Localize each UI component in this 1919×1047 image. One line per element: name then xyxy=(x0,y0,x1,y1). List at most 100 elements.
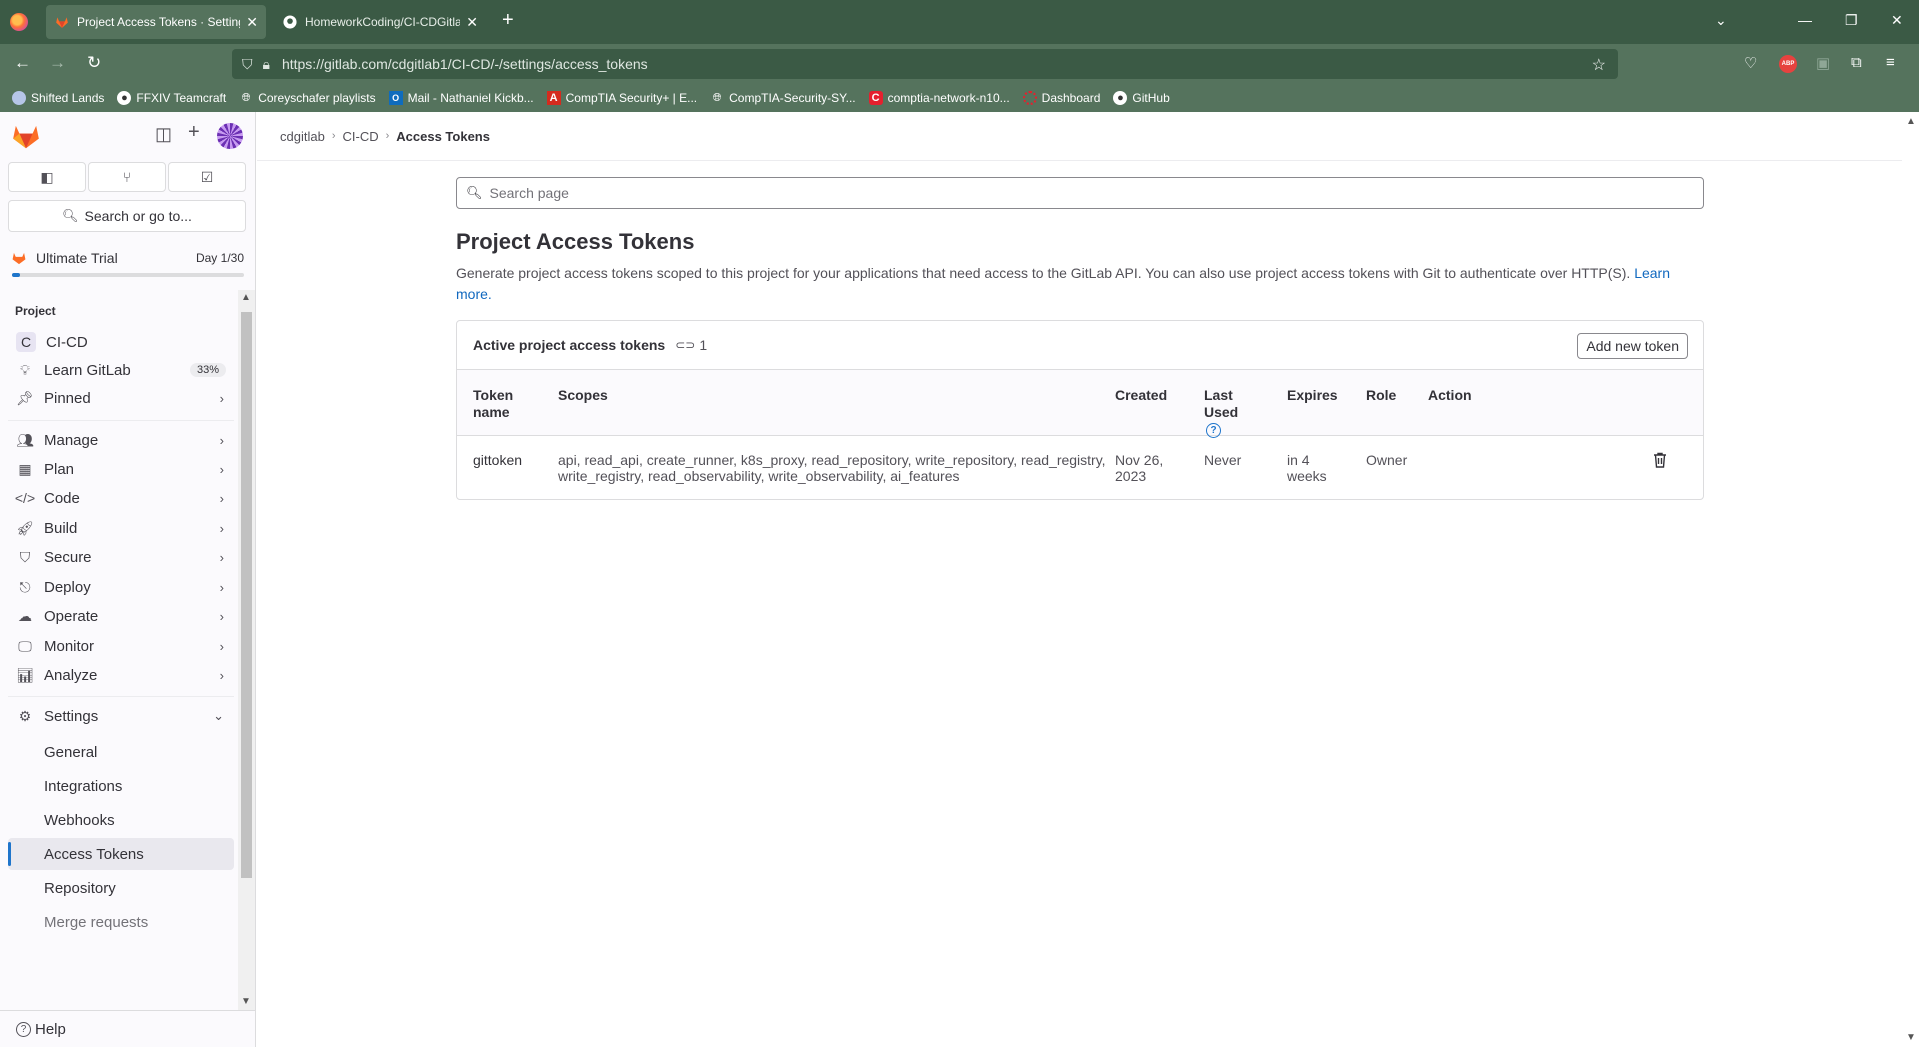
sidebar-item-plan[interactable]: ▦ Plan › xyxy=(8,453,234,485)
bookmark-item[interactable]: Dashboard xyxy=(1022,91,1100,105)
search-label: Search or go to... xyxy=(84,208,192,224)
avatar[interactable] xyxy=(217,123,243,149)
new-tab-icon[interactable]: + xyxy=(502,10,514,30)
url-bar[interactable]: ⛉ 🔒︎ https://gitlab.com/cdgitlab1/CI-CD/… xyxy=(232,49,1618,79)
minimize-icon[interactable]: — xyxy=(1798,12,1812,28)
page-scrollbar[interactable]: ▲ ▼ xyxy=(1902,112,1919,1047)
sidebar-subitem-webhooks[interactable]: Webhooks xyxy=(8,804,234,836)
column-header-role[interactable]: Role xyxy=(1366,387,1396,404)
sidebar-scrollbar-thumb[interactable] xyxy=(241,312,252,878)
tab-github[interactable]: HomeworkCoding/CI-CDGitlab ✕ xyxy=(274,5,486,39)
bookmark-star-icon[interactable]: ☆ xyxy=(1592,55,1606,75)
github-favicon-icon xyxy=(282,14,298,30)
forward-icon[interactable]: → xyxy=(49,53,66,73)
firefox-icon[interactable] xyxy=(10,13,28,31)
extensions-puzzle-icon[interactable]: ⧉ xyxy=(1851,54,1862,71)
column-header-token-name[interactable]: Token name xyxy=(473,387,533,421)
reload-icon[interactable]: ↻ xyxy=(87,53,101,73)
dashboard-icon xyxy=(1022,91,1037,105)
sidebar-item-build[interactable]: 🚀︎ Build › xyxy=(8,512,234,544)
pocket-icon[interactable]: ♡ xyxy=(1744,54,1757,72)
scroll-down-icon[interactable]: ▼ xyxy=(1906,1032,1916,1043)
menu-icon[interactable]: ≡ xyxy=(1886,54,1895,71)
scroll-up-icon[interactable]: ▲ xyxy=(1906,116,1916,127)
bookmark-item[interactable]: O Mail - Nathaniel Kickb... xyxy=(388,91,534,105)
collapse-sidebar-icon[interactable]: ◫ xyxy=(155,124,172,145)
sidebar-item-secure[interactable]: ⛉ Secure › xyxy=(8,541,234,573)
issues-button[interactable]: ◧ xyxy=(8,162,86,192)
column-header-action: Action xyxy=(1428,387,1472,403)
sidebar-subitem-merge-requests[interactable]: Merge requests xyxy=(8,906,234,938)
close-tab-icon[interactable]: ✕ xyxy=(246,14,258,31)
sidebar-item-manage[interactable]: 👥︎ Manage › xyxy=(8,424,234,456)
column-header-scopes[interactable]: Scopes xyxy=(558,387,608,404)
breadcrumb-item[interactable]: CI-CD xyxy=(342,129,378,144)
trial-label: Ultimate Trial xyxy=(36,250,118,266)
sidebar-item-label: Monitor xyxy=(44,637,95,655)
sidebar-subitem-access-tokens[interactable]: Access Tokens xyxy=(8,838,234,870)
sidebar-item-label: CI-CD xyxy=(46,333,88,351)
restore-icon[interactable]: ❐ xyxy=(1845,12,1858,29)
revoke-token-trash-icon[interactable] xyxy=(1653,452,1667,468)
bookmark-item[interactable]: ● GitHub xyxy=(1113,91,1170,105)
merge-requests-button[interactable]: ⑂ xyxy=(88,162,166,192)
sidebar-item-label: Manage xyxy=(44,431,99,449)
sidebar-item-operate[interactable]: ☁︎ Operate › xyxy=(8,600,234,632)
tab-gitlab-access-tokens[interactable]: Project Access Tokens · Settings ✕ xyxy=(46,5,266,39)
help-button[interactable]: ? Help xyxy=(0,1010,255,1047)
url-text[interactable]: https://gitlab.com/cdgitlab1/CI-CD/-/set… xyxy=(282,56,648,72)
question-circle-icon[interactable]: ? xyxy=(1206,422,1221,438)
card-title: Active project access tokens xyxy=(473,337,666,353)
back-icon[interactable]: ← xyxy=(14,53,31,73)
bookmark-item[interactable]: ● FFXIV Teamcraft xyxy=(117,91,226,105)
create-new-icon[interactable]: + xyxy=(188,121,200,144)
breadcrumb-current[interactable]: Access Tokens xyxy=(396,129,490,144)
sidebar-subitem-integrations[interactable]: Integrations xyxy=(8,770,234,802)
sidebar-subitem-repository[interactable]: Repository xyxy=(8,872,234,904)
todo-button[interactable]: ☑ xyxy=(168,162,246,192)
search-icon: 🔍︎ xyxy=(466,185,483,200)
close-tab-icon[interactable]: ✕ xyxy=(466,14,478,31)
pin-icon: 📌︎ xyxy=(16,389,34,406)
list-all-tabs-icon[interactable]: ⌄ xyxy=(1715,12,1727,29)
chart-icon: 📊︎ xyxy=(16,666,34,683)
sidebar-item-settings[interactable]: ⚙︎ Settings ⌄ xyxy=(8,700,234,732)
close-window-icon[interactable]: ✕ xyxy=(1891,12,1903,29)
trial-status[interactable]: Ultimate Trial Day 1/30 xyxy=(12,250,244,277)
token-name-cell: gittoken xyxy=(473,452,523,468)
lock-icon[interactable]: 🔒︎ xyxy=(263,56,270,73)
column-header-created[interactable]: Created xyxy=(1115,387,1167,404)
token-count: ⊂⊃ 1 xyxy=(675,337,707,353)
chevron-right-icon: › xyxy=(219,579,224,595)
column-header-expires[interactable]: Expires xyxy=(1287,387,1338,404)
adblock-icon[interactable]: ABP xyxy=(1779,55,1797,73)
extension-icon[interactable]: ▣ xyxy=(1816,54,1830,72)
breadcrumb-item[interactable]: cdgitlab xyxy=(280,129,325,144)
gitlab-logo-icon[interactable] xyxy=(12,123,40,149)
shield-icon[interactable]: ⛉ xyxy=(242,56,253,73)
add-new-token-button[interactable]: Add new token xyxy=(1577,333,1688,359)
search-icon: 🔍︎ xyxy=(62,208,79,223)
column-header-last-used[interactable]: Last Used ? xyxy=(1204,387,1254,438)
gitlab-favicon-icon xyxy=(54,14,70,30)
scroll-up-icon[interactable]: ▲ xyxy=(241,292,251,303)
sidebar-item-analyze[interactable]: 📊︎ Analyze › xyxy=(8,659,234,691)
globe-icon: 🌐︎ xyxy=(241,91,251,104)
search-or-go-to-button[interactable]: 🔍︎ Search or go to... xyxy=(8,200,246,232)
scroll-down-icon[interactable]: ▼ xyxy=(241,996,251,1007)
bookmark-item[interactable]: 🌐︎ Coreyschafer playlists xyxy=(239,91,376,105)
sidebar-item-label: Plan xyxy=(44,460,75,478)
sidebar-item-code[interactable]: </> Code › xyxy=(8,482,234,514)
bookmarks-toolbar: Shifted Lands ● FFXIV Teamcraft 🌐︎ Coreysc… xyxy=(0,84,1919,112)
sidebar-item-deploy[interactable]: ⎋ Deploy › xyxy=(8,571,234,603)
search-page-input[interactable]: 🔍︎ Search page xyxy=(456,177,1704,209)
sidebar-item-monitor[interactable]: 🖵︎ Monitor › xyxy=(8,630,234,662)
sidebar-item-pinned[interactable]: 📌︎ Pinned › xyxy=(8,382,234,414)
sidebar-subitem-general[interactable]: General xyxy=(8,736,234,768)
bookmark-item[interactable]: Shifted Lands xyxy=(12,91,104,105)
monitor-icon: 🖵︎ xyxy=(18,637,32,654)
bookmark-item[interactable]: A CompTIA Security+ | E... xyxy=(546,91,697,105)
bookmark-item[interactable]: Ccomptia-network-n10... xyxy=(868,91,1010,105)
bookmark-item[interactable]: 🌐︎ CompTIA-Security-SY... xyxy=(710,91,856,105)
sidebar-scrollbar[interactable]: ▲ ▼ xyxy=(238,290,255,1010)
